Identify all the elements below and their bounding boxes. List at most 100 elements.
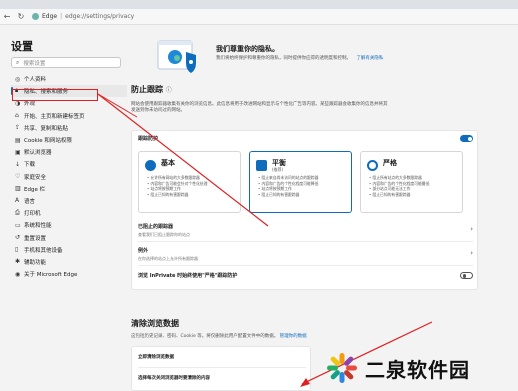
sidebar-item-share[interactable]: ⇪ 共享、复制和粘贴 xyxy=(11,122,127,134)
accessibility-icon: ✱ xyxy=(15,258,21,266)
sidebar-item-default-browser[interactable]: ▣ 默认浏览器 xyxy=(11,146,127,158)
settings-sidebar: 设置 ⌕ 搜索设置 ◎ 个人资料 🔒︎ 隐私、搜索和服务 ◑ 外观 ⌂ 开始、主页和新建… xyxy=(0,26,128,391)
sidebar-title: 设置 xyxy=(11,40,33,53)
bullet: 允许所有网站的大多数跟踪器 xyxy=(147,175,207,181)
sidebar-item-label: 辅助功能 xyxy=(24,259,47,266)
inprivate-row: 浏览 InPrivate 时始终使用"严格"跟踪防护 xyxy=(138,272,473,279)
sidebar-item-reset[interactable]: ↺ 重置设置 xyxy=(11,231,127,243)
home-icon: ⌂ xyxy=(15,112,19,120)
sidebar-item-system[interactable]: ▭ 系统和性能 xyxy=(11,219,127,231)
search-icon: ⌕ xyxy=(16,58,20,66)
address-bar: ← ↻ Edge | edge://settings/privacy xyxy=(0,9,518,25)
inprivate-label: 浏览 InPrivate 时始终使用"严格"跟踪防护 xyxy=(138,273,238,279)
card-basic-name: 基本 xyxy=(161,159,175,167)
family-icon: ♡ xyxy=(15,173,21,181)
watermark: 二泉软件园 xyxy=(325,345,518,391)
sidebar-item-edge-bar[interactable]: ▥ Edge 栏 xyxy=(11,183,127,195)
card-balanced-bullets: 阻止来自尚未访问的站点的跟踪器 内容和广告的个性化程度可能降低 站点将按预期工作… xyxy=(258,175,318,197)
back-icon[interactable]: ← xyxy=(0,10,14,24)
card-balanced-sub: (推荐) xyxy=(272,167,284,172)
highlight-box xyxy=(12,89,98,101)
divider xyxy=(138,241,473,242)
tracking-toggle[interactable] xyxy=(460,135,473,142)
sidebar-item-start[interactable]: ⌂ 开始、主页和新建标签页 xyxy=(11,110,127,122)
watermark-text: 二泉软件园 xyxy=(365,357,470,382)
sidebar-item-label: 共享、复制和粘贴 xyxy=(24,125,69,132)
sidebar-item-label: Edge 栏 xyxy=(24,186,46,193)
bullet: 阻止已知的有害跟踪器 xyxy=(147,192,207,198)
sidebar-item-label: 打印机 xyxy=(24,211,41,218)
clear-now-row[interactable]: 立即清除浏览数据 xyxy=(138,354,174,360)
sidebar-item-profile[interactable]: ◎ 个人资料 xyxy=(11,73,127,85)
card-basic[interactable]: 基本 允许所有网站的大多数跟踪器 内容和广告可能会针对个性化处理 站点将按预期工… xyxy=(138,151,241,213)
privacy-hero: 我们尊重你的隐私。 我们将始终保护和尊重你的隐私，同时提供你应得的透明度和控制。… xyxy=(156,38,488,78)
blocked-trackers-title: 已阻止的跟踪器 xyxy=(138,224,174,230)
tracking-title: 防止跟踪 xyxy=(131,85,163,94)
profile-icon: ◎ xyxy=(15,75,21,83)
exceptions-title: 例外 xyxy=(138,248,149,254)
sidebar-icon: ▥ xyxy=(15,185,21,193)
sidebar-item-about[interactable]: ◉ 关于 Microsoft Edge xyxy=(11,268,127,280)
edge-icon xyxy=(32,13,39,20)
tracking-toggle-label: 跟踪防护 xyxy=(138,136,159,142)
sidebar-item-phone[interactable]: ▯ 手机和其他设备 xyxy=(11,244,127,256)
download-icon: ↓ xyxy=(15,160,21,168)
language-icon: A xyxy=(15,197,20,205)
system-icon: ▭ xyxy=(15,221,21,229)
refresh-icon[interactable]: ↻ xyxy=(14,10,28,24)
blocked-trackers-row[interactable]: 已阻止的跟踪器 查看我们已阻止跟踪你的站点 › xyxy=(138,223,473,238)
sidebar-item-label: 关于 Microsoft Edge xyxy=(24,272,78,279)
chevron-right-icon: › xyxy=(470,249,473,257)
sidebar-item-languages[interactable]: A 语言 xyxy=(11,195,127,207)
sidebar-item-family[interactable]: ♡ 家庭安全 xyxy=(11,171,127,183)
tab-strip xyxy=(0,0,518,9)
tracking-description-line2: 发送到你未访问过的网站。 xyxy=(131,108,185,113)
search-placeholder: 搜索设置 xyxy=(23,60,46,67)
cookie-icon: ▤ xyxy=(15,136,21,144)
learn-privacy-link[interactable]: 了解有关隐私 xyxy=(356,56,383,61)
browser-icon: ▣ xyxy=(15,148,21,156)
hero-subtitle: 我们将始终保护和尊重你的隐私，同时提供你应得的透明度和控制。 了解有关隐私 xyxy=(216,55,383,61)
sidebar-item-label: 语言 xyxy=(24,198,36,205)
sidebar-item-label: 手机和其他设备 xyxy=(24,247,63,254)
settings-main: 我们尊重你的隐私。 我们将始终保护和尊重你的隐私，同时提供你应得的透明度和控制。… xyxy=(128,26,518,391)
appearance-icon: ◑ xyxy=(15,99,21,107)
exceptions-sub: 在你选择的站点上允许所有跟踪器 xyxy=(138,256,198,261)
bullet: 阻止来自尚未访问的站点的跟踪器 xyxy=(258,175,318,181)
sidebar-item-accessibility[interactable]: ✱ 辅助功能 xyxy=(11,256,127,268)
blocked-trackers-sub: 查看我们已阻止跟踪你的站点 xyxy=(138,232,190,237)
exceptions-row[interactable]: 例外 在你选择的站点上允许所有跟踪器 › xyxy=(138,247,473,262)
clear-on-close-row[interactable]: 选择每次关闭浏览器时要清除的内容 xyxy=(138,375,210,381)
sidebar-item-label: 重置设置 xyxy=(24,235,47,242)
clear-panel: 立即清除浏览数据 选择每次关闭浏览器时要清除的内容 xyxy=(131,346,311,391)
url-text: edge://settings/privacy xyxy=(65,13,135,20)
hero-subtitle-text: 我们将始终保护和尊重你的隐私，同时提供你应得的透明度和控制。 xyxy=(216,56,351,61)
manage-data-link[interactable]: 管理你的数据 xyxy=(280,334,307,339)
browser-brand: Edge xyxy=(42,13,58,20)
help-icon[interactable]: ⓘ xyxy=(166,87,172,94)
inprivate-toggle[interactable] xyxy=(460,272,473,279)
sidebar-item-printers[interactable]: ⎙ 打印机 xyxy=(11,207,127,219)
edge-about-icon: ◉ xyxy=(15,270,21,278)
card-strict[interactable]: 严格 阻止所有站点的大多数跟踪器 内容和广告的个性化程度可能最低 部分站点可能无… xyxy=(360,151,463,213)
bullet: 阻止所有站点的大多数跟踪器 xyxy=(369,175,429,181)
printer-icon: ⎙ xyxy=(15,209,20,217)
balanced-shield-icon xyxy=(256,160,267,171)
sidebar-item-label: 个人资料 xyxy=(24,77,47,84)
chevron-right-icon: › xyxy=(470,225,473,233)
search-input[interactable]: ⌕ 搜索设置 xyxy=(11,57,121,68)
phone-icon: ▯ xyxy=(15,246,19,254)
sidebar-item-label: 系统和性能 xyxy=(24,223,52,230)
sidebar-item-downloads[interactable]: ↓ 下载 xyxy=(11,158,127,170)
privacy-illustration xyxy=(157,40,196,73)
clear-description: 这包括历史记录、密码、Cookie 等。将仅删除此用户配置文件中的数据。 管理你… xyxy=(131,334,486,340)
sidebar-item-label: 家庭安全 xyxy=(24,174,47,181)
sidebar-item-cookies[interactable]: ▤ Cookie 和网站权限 xyxy=(11,134,127,146)
share-icon: ⇪ xyxy=(15,124,21,132)
card-balanced[interactable]: 平衡 (推荐) 阻止来自尚未访问的站点的跟踪器 内容和广告的个性化程度可能降低 … xyxy=(249,151,352,213)
strict-shield-icon xyxy=(367,160,378,171)
bullet: 阻止已知的有害跟踪器 xyxy=(258,192,318,198)
url-box[interactable]: Edge | edge://settings/privacy xyxy=(32,11,134,23)
basic-shield-icon xyxy=(145,160,156,171)
sidebar-item-label: 下载 xyxy=(24,162,36,169)
